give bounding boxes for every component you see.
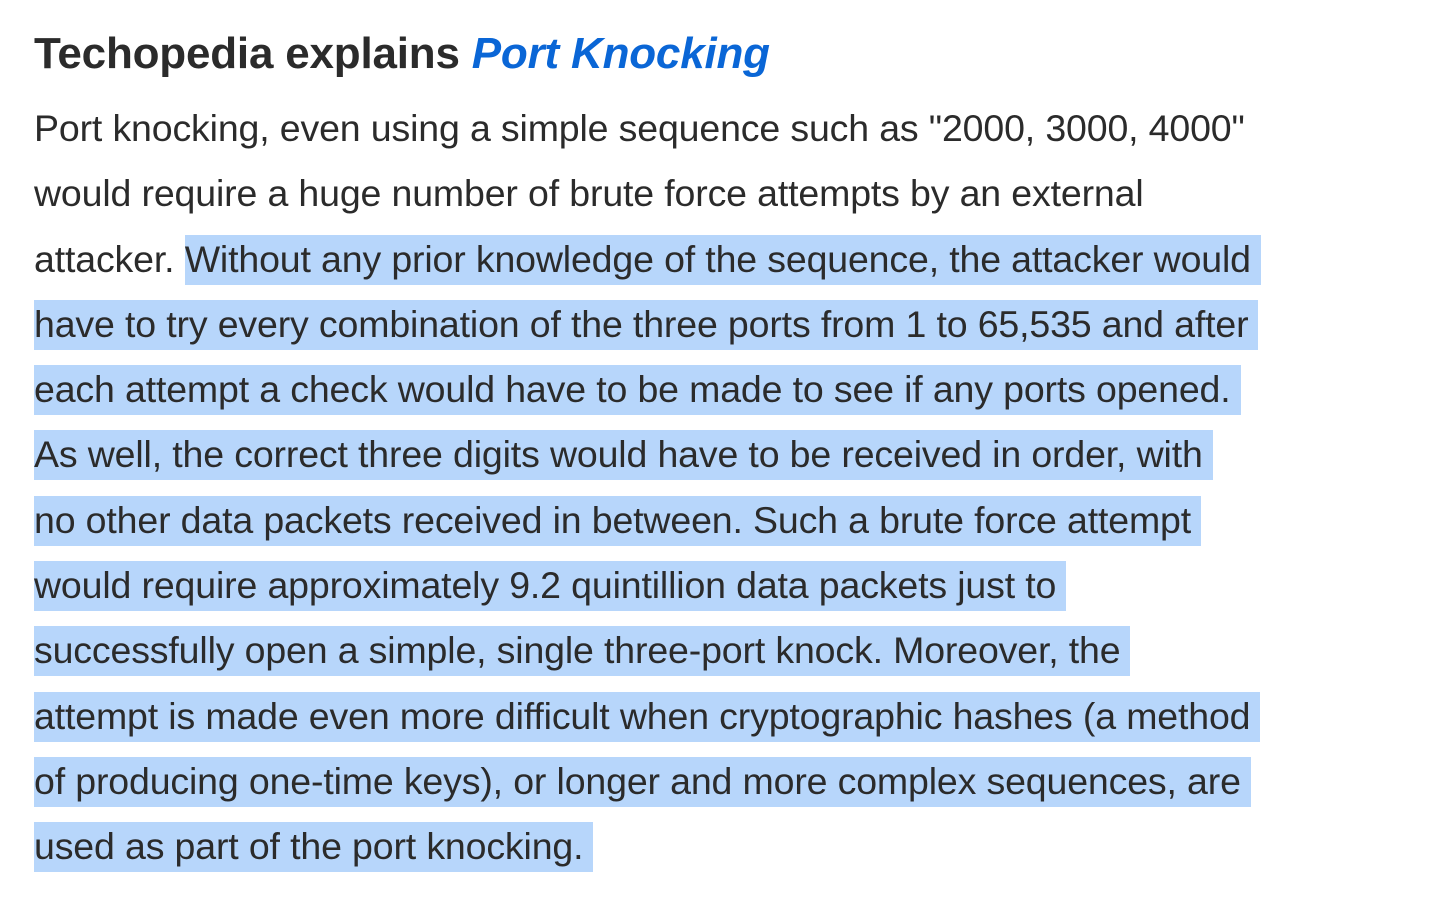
plain-text: would require a huge number of brute for… xyxy=(34,172,1144,215)
paragraph-line: used as part of the port knocking. xyxy=(34,814,1420,879)
plain-text: attacker. xyxy=(34,237,175,280)
paragraph-line: As well, the correct three digits would … xyxy=(34,422,1420,487)
paragraph-line: of producing one-time keys), or longer a… xyxy=(34,749,1420,814)
selected-text: successfully open a simple, single three… xyxy=(34,626,1131,677)
paragraph-line: successfully open a simple, single three… xyxy=(34,618,1420,683)
paragraph-line: Port knocking, even using a simple seque… xyxy=(34,96,1420,161)
article-paragraph: Port knocking, even using a simple seque… xyxy=(34,96,1420,880)
paragraph-line: each attempt a check would have to be ma… xyxy=(34,357,1420,422)
plain-text: Port knocking, even using a simple seque… xyxy=(34,107,1245,149)
selected-text: used as part of the port knocking. xyxy=(34,822,594,873)
paragraph-line: would require a huge number of brute for… xyxy=(34,161,1420,226)
paragraph-line: would require approximately 9.2 quintill… xyxy=(34,553,1420,618)
selected-text: no other data packets received in betwee… xyxy=(34,495,1202,546)
term-link[interactable]: Port Knocking xyxy=(472,29,770,78)
section-heading: Techopedia explains Port Knocking xyxy=(34,24,1420,84)
article: Techopedia explains Port Knocking Port k… xyxy=(34,24,1420,880)
selected-text: Without any prior knowledge of the seque… xyxy=(184,234,1261,285)
selected-text: of producing one-time keys), or longer a… xyxy=(34,756,1251,807)
paragraph-line: no other data packets received in betwee… xyxy=(34,488,1420,553)
selected-text: have to try every combination of the thr… xyxy=(34,299,1259,350)
selected-text: each attempt a check would have to be ma… xyxy=(34,365,1241,416)
heading-prefix: Techopedia explains xyxy=(34,29,460,78)
selected-text: As well, the correct three digits would … xyxy=(34,430,1213,481)
paragraph-line: attacker. Without any prior knowledge of… xyxy=(34,227,1420,292)
paragraph-line: have to try every combination of the thr… xyxy=(34,292,1420,357)
selected-text: would require approximately 9.2 quintill… xyxy=(34,561,1067,612)
selected-text: attempt is made even more difficult when… xyxy=(34,691,1261,742)
paragraph-line: attempt is made even more difficult when… xyxy=(34,684,1420,749)
